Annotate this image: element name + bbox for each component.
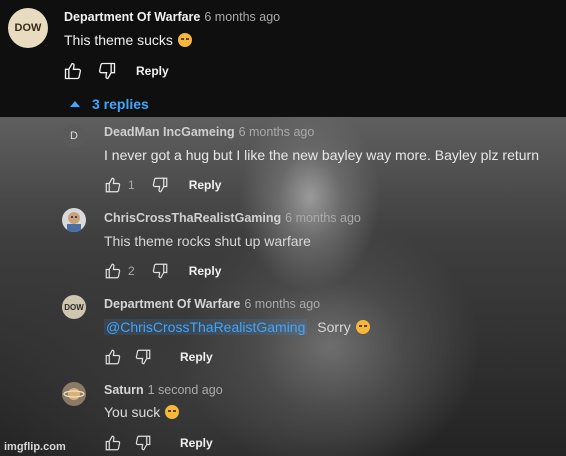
pensive-emoji-icon [355, 320, 370, 334]
reply-button[interactable]: Reply [189, 264, 222, 278]
avatar-text: D [70, 130, 78, 142]
watermark: imgflip.com [4, 441, 66, 453]
replies-toggle-label: 3 replies [92, 96, 149, 112]
comment-author[interactable]: ChrisCrossThaRealistGaming [104, 211, 281, 225]
thumbs-down-icon[interactable] [149, 174, 171, 196]
comment-text: This theme rocks shut up warfare [104, 233, 311, 249]
thumbs-up-icon[interactable] [102, 260, 124, 282]
thumbs-up-icon[interactable] [102, 174, 124, 196]
like-count: 2 [128, 264, 135, 278]
comment-text: Sorry [317, 319, 351, 335]
avatar[interactable]: DOW [8, 8, 48, 48]
comment-time[interactable]: 6 months ago [239, 125, 315, 139]
cartoon-avatar-icon [67, 212, 81, 232]
comment-time[interactable]: 6 months ago [204, 10, 280, 24]
avatar[interactable] [62, 382, 86, 406]
thumbs-down-icon[interactable] [96, 60, 118, 82]
background-meme-photo [0, 117, 566, 456]
avatar-text: DOW [14, 22, 42, 34]
thumbs-up-icon[interactable] [102, 346, 124, 368]
comment-author[interactable]: Saturn [104, 383, 144, 397]
avatar[interactable]: DOW [62, 295, 86, 319]
comment-time[interactable]: 1 second ago [148, 383, 223, 397]
comment-author[interactable]: DeadMan IncGameing [104, 125, 235, 139]
pensive-emoji-icon [177, 33, 192, 47]
reply-button[interactable]: Reply [136, 64, 169, 78]
planet-avatar-icon [63, 388, 85, 400]
comment-author[interactable]: Department Of Warfare [64, 10, 200, 24]
like-count: 1 [128, 178, 135, 192]
comment-time[interactable]: 6 months ago [285, 211, 361, 225]
comment-text: You suck [104, 404, 161, 420]
pensive-emoji-icon [165, 405, 180, 419]
thumbs-up-icon[interactable] [62, 60, 84, 82]
comment-text: This theme sucks [64, 32, 173, 48]
chevron-up-icon [70, 101, 80, 107]
reply-button[interactable]: Reply [180, 436, 213, 450]
mention-link[interactable]: @ChrisCrossThaRealistGaming [104, 319, 308, 335]
replies-toggle[interactable]: 3 replies [70, 96, 149, 112]
comment-author[interactable]: Department Of Warfare [104, 297, 240, 311]
thumbs-down-icon[interactable] [132, 346, 154, 368]
avatar-text: DOW [64, 302, 84, 312]
reply-button[interactable]: Reply [180, 350, 213, 364]
avatar[interactable] [62, 208, 86, 232]
comment-text: I never got a hug but I like the new bay… [104, 147, 540, 163]
avatar[interactable]: D [62, 124, 86, 148]
thumbs-up-icon[interactable] [102, 432, 124, 454]
thumbs-down-icon[interactable] [132, 432, 154, 454]
thumbs-down-icon[interactable] [149, 260, 171, 282]
comment-time[interactable]: 6 months ago [244, 297, 320, 311]
reply-button[interactable]: Reply [189, 178, 222, 192]
